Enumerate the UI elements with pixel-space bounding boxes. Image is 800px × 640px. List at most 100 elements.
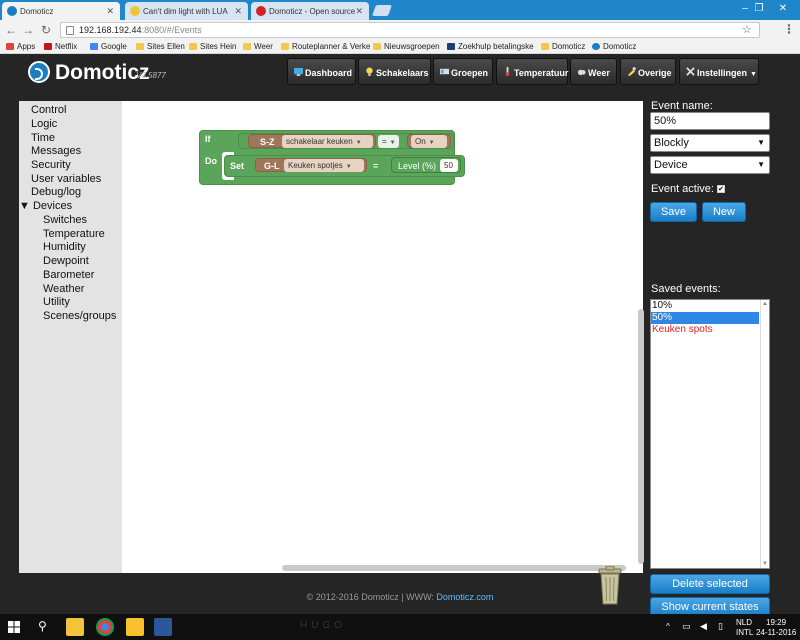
- folder-icon: [136, 43, 144, 50]
- toolbox-item-switches[interactable]: Switches: [43, 214, 87, 227]
- bookmark-weer[interactable]: Weer: [243, 41, 273, 53]
- folder-icon: [189, 43, 197, 50]
- tray-chevron-icon[interactable]: ^: [666, 622, 670, 631]
- scroll-down-icon[interactable]: ▼: [762, 561, 768, 567]
- event-active-checkbox[interactable]: ✔: [716, 185, 725, 194]
- dashboard-icon: [294, 67, 303, 76]
- toolbox-item-devices[interactable]: ▼ Devices: [19, 200, 72, 213]
- toolbox-item-dewpoint[interactable]: Dewpoint: [43, 255, 89, 268]
- clock-date[interactable]: 24-11-2016: [756, 628, 796, 637]
- chrome-icon[interactable]: [96, 618, 114, 636]
- dimmer-device-dropdown[interactable]: Keuken spotjes ▼: [284, 159, 364, 172]
- event-name-input[interactable]: 50%: [650, 112, 770, 130]
- lang-top[interactable]: NLD: [736, 618, 752, 627]
- save-button[interactable]: Save: [650, 202, 697, 222]
- battery-icon[interactable]: ▯: [718, 621, 723, 632]
- state-value-block[interactable]: On ▼: [407, 134, 451, 148]
- workspace-vertical-scrollbar[interactable]: [638, 309, 644, 564]
- close-icon[interactable]: ✕: [106, 6, 114, 17]
- bookmark-domoticz-folder[interactable]: Domoticz: [541, 41, 585, 53]
- app-icon[interactable]: [126, 618, 144, 636]
- event-type-select[interactable]: Blockly ▼: [650, 134, 770, 152]
- nav-schakelaars[interactable]: Schakelaars: [358, 58, 431, 85]
- scroll-up-icon[interactable]: ▲: [762, 301, 768, 307]
- level-value-input[interactable]: 50: [440, 159, 458, 172]
- bookmark-routeplanner[interactable]: Routeplanner & Verke: [281, 41, 370, 53]
- list-item[interactable]: Keuken spots: [651, 324, 759, 336]
- toolbox-item-debug-log[interactable]: Debug/log: [31, 186, 81, 199]
- lang-bottom[interactable]: INTL: [736, 628, 753, 637]
- bookmark-zoekhulp[interactable]: Zoekhulp betalingske: [447, 41, 534, 53]
- workspace-horizontal-scrollbar[interactable]: [282, 565, 626, 571]
- saved-events-list[interactable]: 10% 50% Keuken spots ▲ ▼: [650, 299, 770, 569]
- nav-groepen[interactable]: Groepen: [433, 58, 493, 85]
- page-footer: © 2012-2016 Domoticz | WWW: Domoticz.com: [0, 592, 800, 602]
- outlook-icon[interactable]: [154, 618, 172, 636]
- footer-link[interactable]: Domoticz.com: [436, 592, 493, 602]
- bookmark-sites-hein[interactable]: Sites Hein: [189, 41, 236, 53]
- clock-time[interactable]: 19:29: [766, 618, 786, 627]
- volume-icon[interactable]: ◀: [700, 621, 707, 632]
- level-block[interactable]: Level (%) 50: [391, 157, 461, 173]
- toolbox-item-humidity[interactable]: Humidity: [43, 241, 86, 254]
- list-item[interactable]: 50%: [651, 312, 759, 324]
- compare-operator-dropdown[interactable]: = ▼: [378, 135, 399, 148]
- toolbox-item-utility[interactable]: Utility: [43, 296, 70, 309]
- toolbox-item-security[interactable]: Security: [31, 159, 71, 172]
- list-scrollbar[interactable]: ▲ ▼: [760, 300, 769, 568]
- toolbox-item-scenes-groups[interactable]: Scenes/groups: [43, 310, 116, 323]
- list-item[interactable]: 10%: [651, 300, 759, 312]
- toolbox-item-control[interactable]: Control: [31, 104, 66, 117]
- browser-tab-forum[interactable]: Can't dim light with LUA ✕: [125, 2, 248, 20]
- nav-overige[interactable]: Overige: [620, 58, 676, 85]
- switch-device-dropdown[interactable]: schakelaar keuken ▼: [282, 135, 373, 148]
- expand-triangle-icon[interactable]: ▼: [19, 200, 30, 212]
- folder-icon: [243, 43, 251, 50]
- nav-dashboard[interactable]: Dashboard: [287, 58, 356, 85]
- network-icon[interactable]: ▭: [682, 621, 691, 632]
- window-close-icon[interactable]: ✕: [776, 3, 790, 14]
- toolbox-item-temperature[interactable]: Temperature: [43, 228, 105, 241]
- restore-icon[interactable]: ❐: [752, 3, 766, 14]
- reload-icon[interactable]: ↻: [39, 23, 53, 37]
- nav-instellingen[interactable]: Instellingen ▼: [679, 58, 759, 85]
- dimmer-device-block[interactable]: G-L Keuken spotjes ▼: [255, 158, 367, 172]
- bookmark-star-icon[interactable]: ☆: [742, 23, 752, 36]
- file-explorer-icon[interactable]: [66, 618, 84, 636]
- bookmark-apps[interactable]: Apps: [6, 41, 35, 53]
- forward-arrow-icon[interactable]: →: [21, 23, 35, 37]
- address-bar[interactable]: 192.168.192.44:8080/#/Events: [60, 22, 760, 38]
- browser-tab-opensource[interactable]: Domoticz - Open source ✕: [251, 2, 369, 20]
- toolbox-item-user-variables[interactable]: User variables: [31, 173, 101, 186]
- nav-temperatuur[interactable]: Temperatuur: [496, 58, 568, 85]
- back-arrow-icon[interactable]: ←: [4, 23, 18, 37]
- minimize-icon[interactable]: –: [738, 3, 752, 14]
- new-tab-button[interactable]: [371, 5, 393, 16]
- toolbox-item-time[interactable]: Time: [31, 132, 55, 145]
- windows-start-icon[interactable]: [8, 621, 20, 633]
- toolbox-item-barometer[interactable]: Barometer: [43, 269, 94, 282]
- browser-tab-domoticz[interactable]: Domoticz ✕: [2, 2, 120, 20]
- new-button[interactable]: New: [702, 202, 746, 222]
- toolbox-item-messages[interactable]: Messages: [31, 145, 81, 158]
- bookmark-sites-ellen[interactable]: Sites Ellen: [136, 41, 185, 53]
- switch-device-block[interactable]: S-Z schakelaar keuken ▼: [248, 134, 376, 148]
- chevron-down-icon: ▼: [757, 138, 765, 147]
- app-version: V3.5877: [136, 71, 166, 80]
- nav-weer[interactable]: Weer: [570, 58, 617, 85]
- delete-selected-button[interactable]: Delete selected: [650, 574, 770, 594]
- toolbox-item-logic[interactable]: Logic: [31, 118, 57, 131]
- close-icon[interactable]: ✕: [234, 6, 242, 17]
- bookmark-netflix[interactable]: Netflix: [44, 41, 77, 53]
- toolbox-item-weather[interactable]: Weather: [43, 283, 84, 296]
- domoticz-favicon-icon: [7, 6, 17, 16]
- bookmark-google[interactable]: Google: [90, 41, 127, 53]
- state-value-dropdown[interactable]: On ▼: [411, 135, 447, 148]
- event-trigger-select[interactable]: Device ▼: [650, 156, 770, 174]
- bookmark-nieuwsgroepen[interactable]: Nieuwsgroepen: [373, 41, 440, 53]
- domoticz-favicon-icon: [592, 43, 600, 50]
- search-icon[interactable]: ⚲: [38, 619, 47, 633]
- bookmark-domoticz[interactable]: Domoticz: [592, 41, 636, 53]
- close-icon[interactable]: ✕: [355, 6, 363, 17]
- browser-menu-icon[interactable]: ⋮: [783, 22, 795, 36]
